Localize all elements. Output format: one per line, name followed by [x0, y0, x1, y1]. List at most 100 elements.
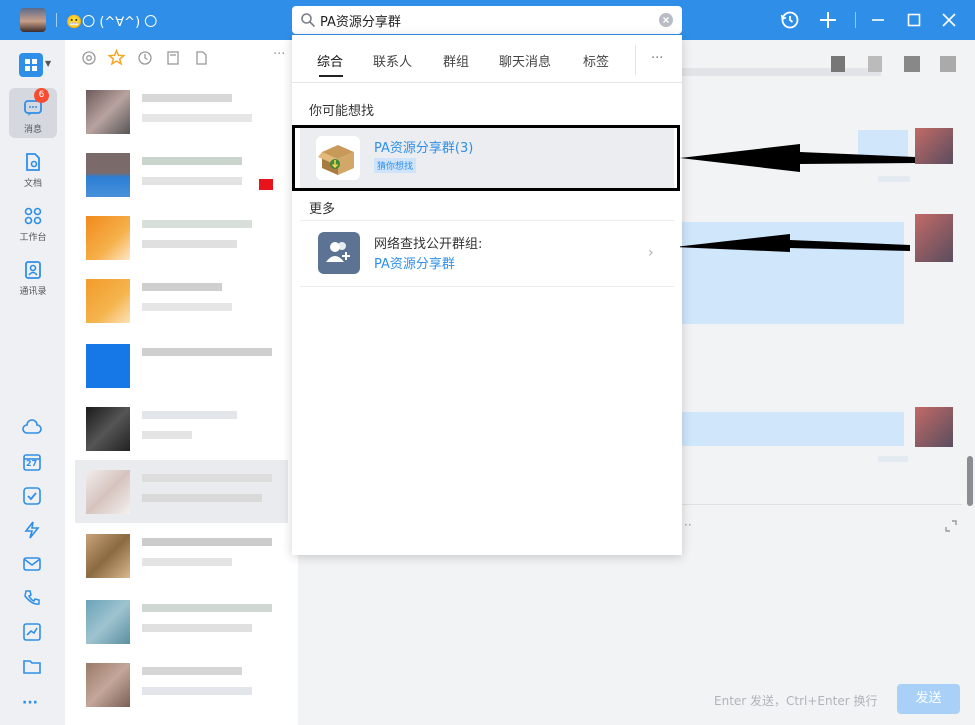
public-search-label: 网络查找公开群组: — [374, 237, 483, 252]
chevron-down-icon[interactable]: ▼ — [45, 59, 51, 68]
clock-icon[interactable] — [137, 50, 153, 66]
tab-tags[interactable]: 标签 — [583, 51, 609, 70]
left-navigation: ▼ 消息 文档 工作台 通讯录 27 ··· — [0, 40, 65, 725]
avatar — [915, 128, 953, 164]
list-item[interactable] — [65, 206, 290, 269]
message-preview-redacted — [142, 624, 252, 632]
avatar — [86, 534, 130, 578]
toolbar-icon[interactable] — [831, 56, 845, 72]
contact-name-redacted — [142, 220, 252, 228]
contact-name-redacted — [142, 604, 272, 612]
clear-search-icon[interactable] — [659, 13, 673, 27]
more-icon[interactable]: ··· — [273, 47, 285, 62]
group-search-icon — [318, 232, 360, 274]
conversation-list: ··· — [65, 40, 298, 725]
contact-name-redacted — [142, 538, 272, 546]
minimize-icon[interactable] — [867, 9, 889, 31]
more-tabs-icon[interactable]: ··· — [651, 51, 663, 66]
more-icon[interactable]: ·· — [684, 518, 692, 532]
nav-label: 工作台 — [19, 233, 47, 243]
unread-marker — [259, 179, 273, 190]
avatar — [86, 600, 130, 644]
toolbar-icon[interactable] — [868, 56, 882, 72]
search-dropdown: 综合 联系人 群组 聊天消息 标签 ··· 你可能想找 PA资源分享群(3) 猜… — [292, 35, 682, 555]
contact-name-redacted — [142, 667, 242, 675]
contact-name-redacted — [142, 348, 272, 356]
send-button[interactable]: 发送 — [897, 684, 960, 714]
chat-title-redacted — [681, 68, 881, 76]
lightning-icon[interactable] — [22, 520, 42, 540]
message-preview-redacted — [142, 114, 252, 122]
phone-icon[interactable] — [22, 588, 42, 608]
user-nickname[interactable]: 😬〇 (^∀^) 〇 — [66, 11, 157, 30]
user-avatar[interactable] — [20, 8, 46, 32]
list-item[interactable] — [65, 397, 290, 460]
nav-item-documents[interactable]: 文档 — [9, 142, 57, 192]
list-item[interactable] — [65, 80, 290, 143]
list-item[interactable] — [65, 653, 290, 716]
timestamp-redacted — [878, 456, 908, 462]
calendar-icon[interactable]: 27 — [22, 452, 42, 472]
search-icon — [301, 13, 315, 27]
tab-groups[interactable]: 群组 — [443, 51, 469, 70]
list-item[interactable] — [65, 143, 290, 206]
mail-icon[interactable] — [22, 554, 42, 574]
nav-item-workbench[interactable]: 工作台 — [9, 196, 57, 246]
scrollbar[interactable] — [967, 456, 973, 506]
avatar — [915, 407, 953, 447]
toolbar-icon[interactable] — [940, 56, 956, 72]
search-public-groups[interactable]: 网络查找公开群组: PA资源分享群 › — [300, 221, 674, 287]
apps-icon[interactable] — [19, 53, 43, 77]
section-divider — [300, 286, 674, 287]
annotation-arrows — [680, 144, 915, 252]
search-box[interactable] — [292, 6, 682, 34]
avatar — [86, 153, 130, 197]
avatar — [86, 407, 130, 451]
cloud-icon[interactable] — [22, 418, 42, 438]
maximize-icon[interactable] — [903, 9, 925, 31]
more-icon[interactable]: ··· — [22, 695, 38, 711]
message-preview-redacted — [142, 558, 232, 566]
filter-bar: ··· — [65, 40, 298, 76]
title-separator — [56, 13, 57, 27]
active-tab-indicator — [319, 75, 343, 77]
composer-divider — [682, 504, 962, 505]
list-item[interactable] — [65, 590, 290, 653]
nav-item-contacts[interactable]: 通讯录 — [9, 250, 57, 300]
message-preview-redacted — [142, 240, 237, 248]
chart-icon[interactable] — [22, 622, 42, 642]
section-title-suggested: 你可能想找 — [309, 104, 375, 119]
bookmark-icon[interactable] — [165, 50, 181, 66]
nav-item-messages[interactable]: 消息 — [9, 88, 57, 138]
tab-all[interactable]: 综合 — [317, 51, 343, 70]
list-item[interactable] — [65, 269, 290, 332]
add-icon[interactable] — [817, 9, 839, 31]
public-search-query: PA资源分享群 — [374, 257, 455, 272]
tab-contacts[interactable]: 联系人 — [373, 51, 412, 70]
message-preview-redacted — [142, 687, 252, 695]
search-input[interactable] — [320, 6, 650, 34]
toolbar-icon[interactable] — [904, 56, 920, 72]
message-preview-redacted — [142, 303, 232, 311]
star-icon[interactable] — [108, 49, 125, 66]
nav-label: 消息 — [23, 125, 42, 135]
file-icon[interactable] — [193, 50, 209, 66]
history-icon[interactable] — [779, 9, 801, 31]
tab-chat-messages[interactable]: 聊天消息 — [499, 51, 551, 70]
close-icon[interactable] — [938, 9, 960, 31]
list-item[interactable] — [65, 524, 290, 587]
checkbox-icon[interactable] — [22, 486, 42, 506]
nav-label: 通讯录 — [19, 287, 47, 297]
at-icon[interactable] — [81, 50, 97, 66]
folder-icon[interactable] — [22, 656, 42, 676]
contact-name-redacted — [142, 283, 222, 291]
contact-name-redacted — [142, 474, 272, 482]
message-preview-redacted — [142, 494, 262, 502]
chevron-right-icon: › — [648, 245, 654, 261]
title-separator — [855, 12, 856, 28]
avatar — [86, 470, 130, 514]
expand-icon[interactable] — [944, 519, 958, 533]
nav-label: 文档 — [23, 179, 42, 189]
list-item[interactable] — [65, 334, 290, 397]
list-item-selected[interactable] — [75, 460, 288, 523]
